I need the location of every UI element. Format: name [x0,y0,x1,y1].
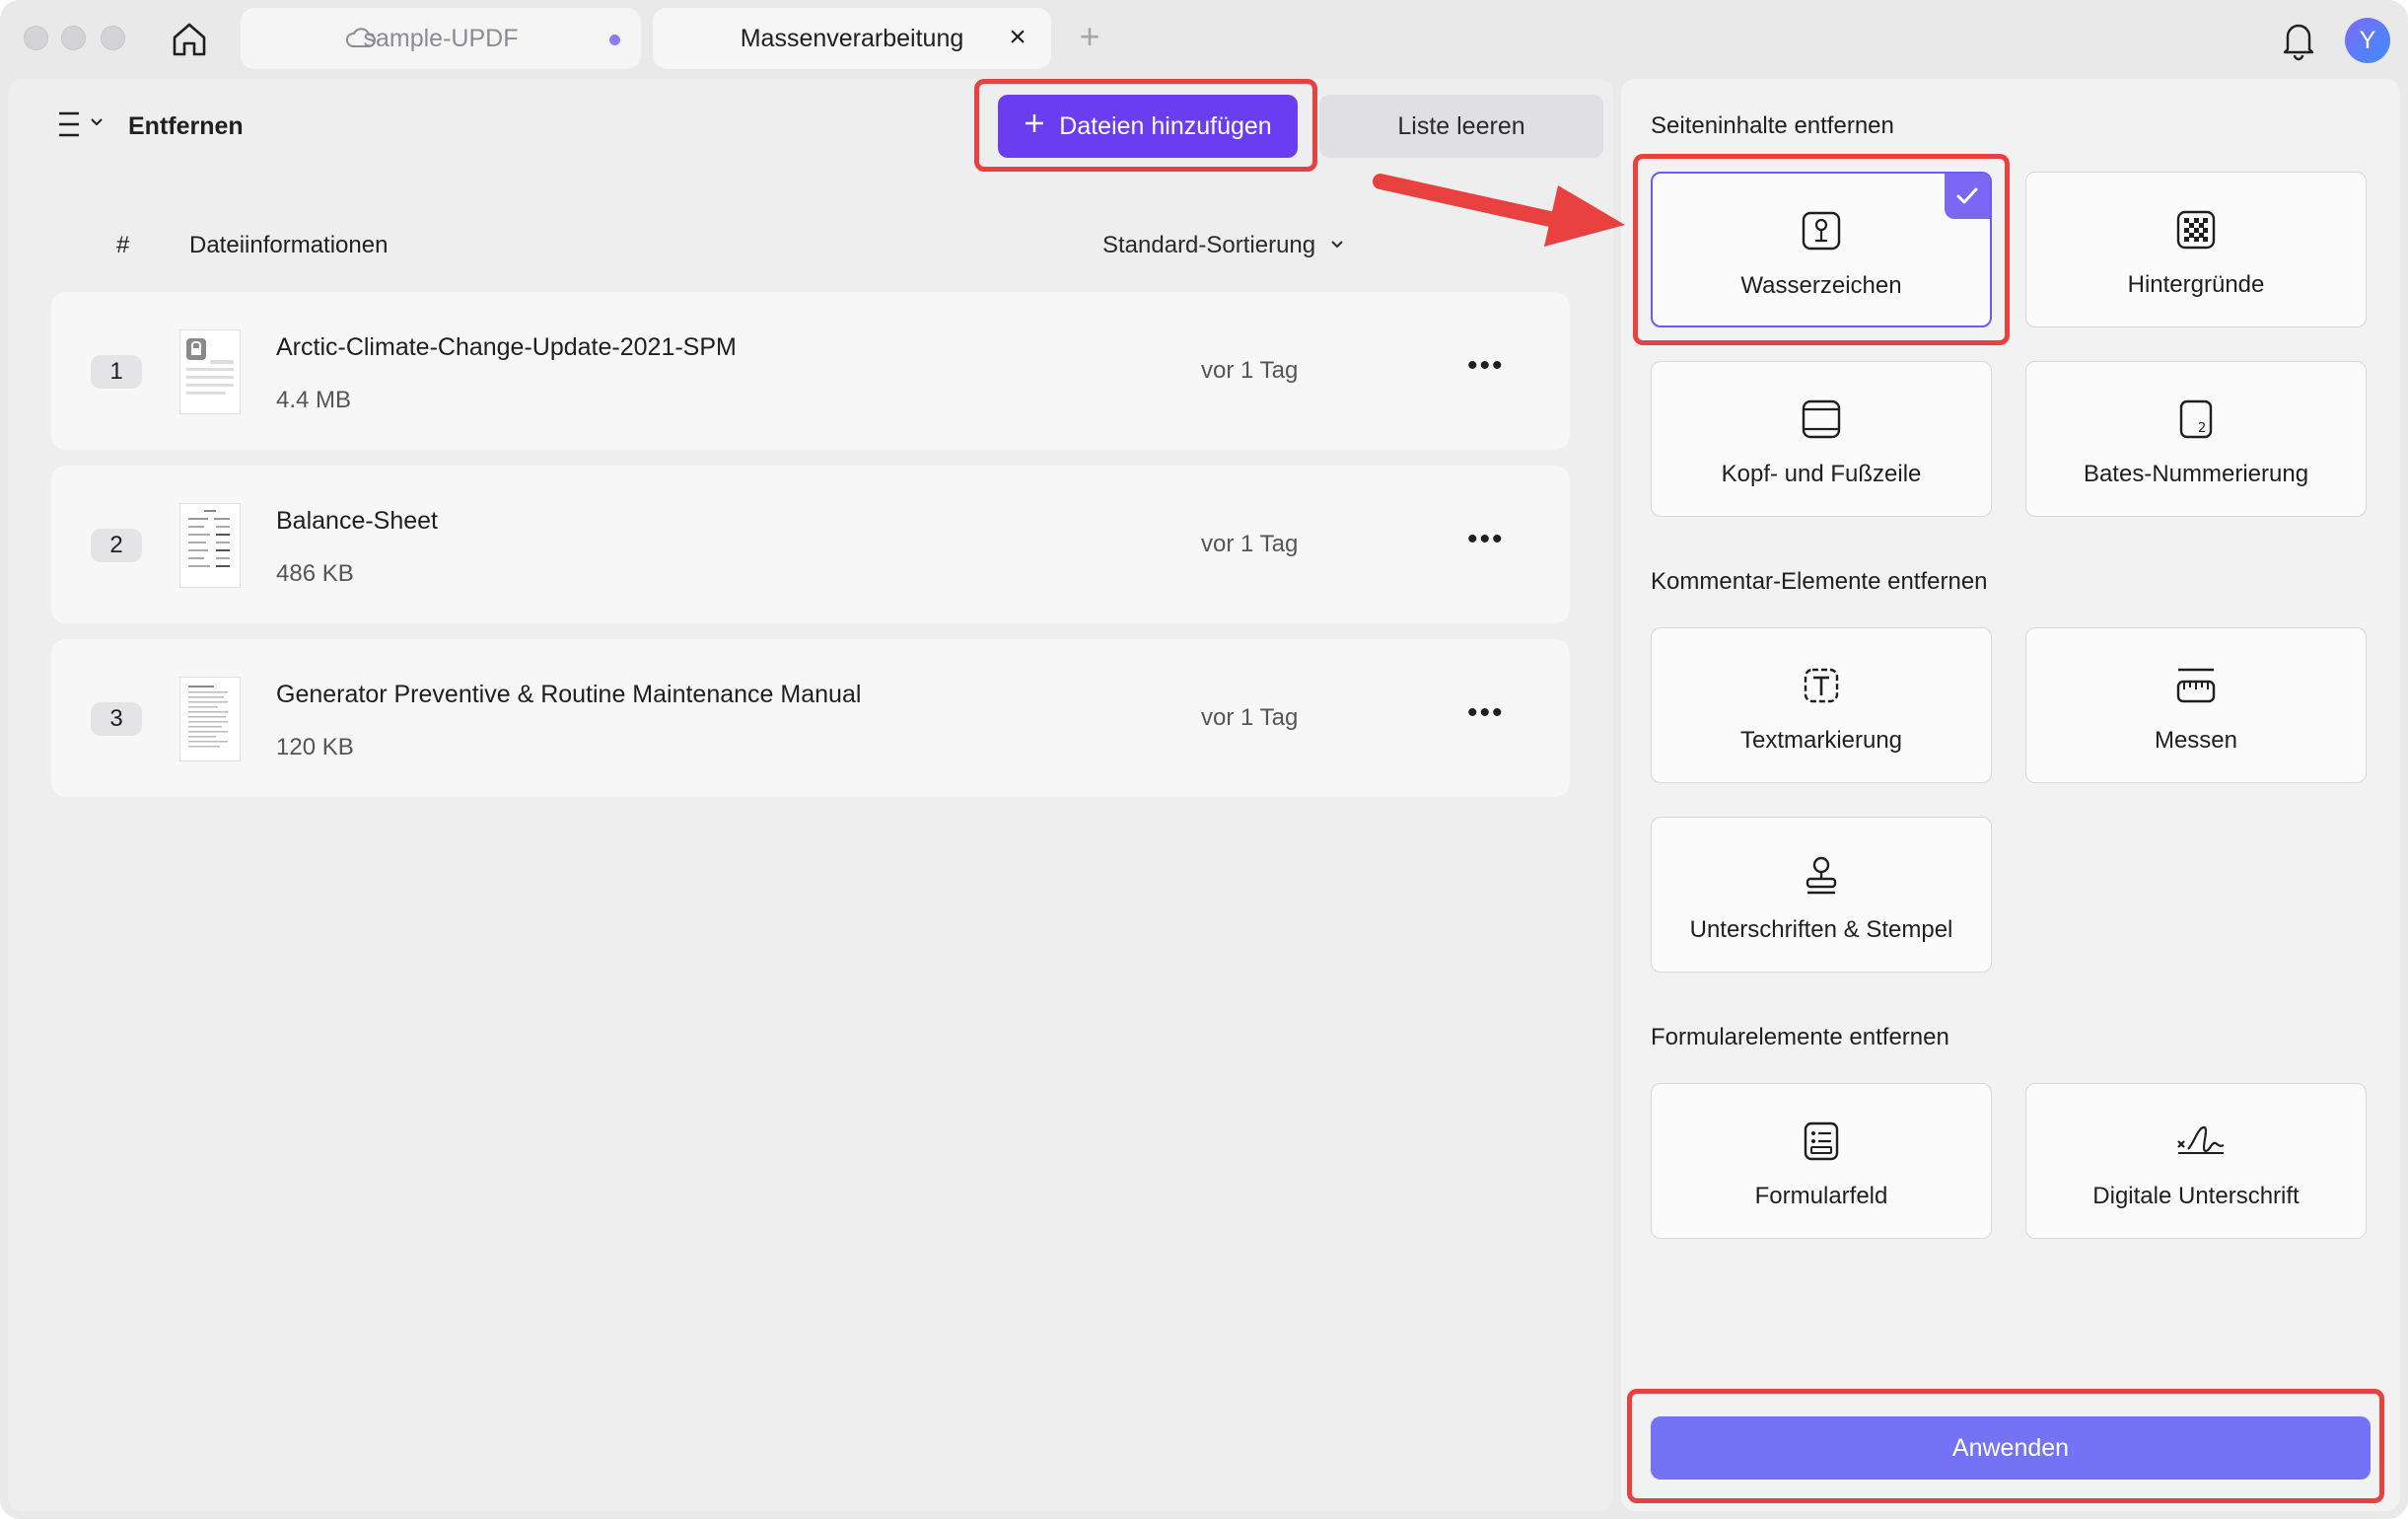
bell-icon[interactable] [2278,18,2319,61]
highlight-watermark [1633,154,2010,345]
option-backgrounds[interactable]: Hintergründe [2025,172,2367,327]
file-size: 486 KB [276,560,354,587]
file-name: Arctic-Climate-Change-Update-2021-SPM [276,333,737,361]
avatar[interactable]: Y [2345,18,2390,63]
option-header-footer[interactable]: Kopf- und Fußzeile [1651,361,1992,517]
row-index: 2 [91,529,142,562]
home-icon[interactable] [166,18,213,61]
option-digital-signature[interactable]: Digitale Unterschrift [2025,1083,2367,1239]
file-list-panel: Entfernen Dateien hinzufügen Liste leere… [8,79,1613,1511]
file-date: vor 1 Tag [1201,357,1299,384]
file-name: Balance-Sheet [276,507,439,535]
file-name: Generator Preventive & Routine Maintenan… [276,681,862,708]
file-date: vor 1 Tag [1201,704,1299,731]
text-markup-icon [1800,664,1843,707]
tab-sample-updf[interactable]: sample-UPDF [241,8,641,69]
sort-label: Standard-Sortierung [1102,232,1316,258]
chevron-down-icon [1329,232,1345,259]
option-label: Messen [2154,727,2238,754]
svg-text:2: 2 [2198,421,2206,436]
row-index: 3 [91,702,142,736]
measure-icon [2174,664,2218,707]
background-icon [2174,208,2218,252]
close-tab-icon[interactable]: × [1002,21,1033,53]
menu-icon[interactable] [47,108,87,140]
section-title: Formularelemente entfernen [1651,1024,1949,1050]
cloud-icon [345,26,377,56]
zoom-window-icon[interactable] [101,26,125,50]
minimize-window-icon[interactable] [61,26,86,50]
list-item[interactable]: 3 Generator Preventive & Routine Mainten… [51,639,1570,797]
header-footer-icon [1800,398,1843,441]
bates-icon: 2 [2174,398,2218,441]
clear-list-button[interactable]: Liste leeren [1319,95,1603,158]
app-window: sample-UPDF Massenverarbeitung × + Y Ent… [0,0,2408,1519]
section-title: Seiteninhalte entfernen [1651,112,1894,139]
list-item[interactable]: 2 Balance-Sheet 486 KB vor 1 Tag ••• [51,466,1570,623]
new-tab-icon[interactable]: + [1073,19,1106,54]
highlight-add-files [974,79,1317,172]
sort-dropdown[interactable]: Standard-Sortierung [1102,232,1345,259]
option-form-field[interactable]: Formularfeld [1651,1083,1992,1239]
file-thumbnail [179,329,241,414]
file-date: vor 1 Tag [1201,531,1299,557]
arrow-icon [1373,174,1625,247]
option-label: Unterschriften & Stempel [1689,916,1953,943]
more-options-icon[interactable]: ••• [1467,525,1507,558]
file-thumbnail [179,677,241,761]
option-label: Digitale Unterschrift [2092,1183,2300,1209]
more-options-icon[interactable]: ••• [1467,698,1507,732]
column-file-info-header: Dateiinformationen [189,232,389,258]
file-size: 4.4 MB [276,387,352,413]
file-size: 120 KB [276,734,354,760]
tab-label: sample-UPDF [363,24,519,52]
highlight-apply [1627,1389,2384,1503]
unsaved-dot-icon [609,35,620,45]
file-thumbnail [179,503,241,588]
page-title: Entfernen [128,112,244,140]
column-index-header: # [116,232,130,258]
option-label: Bates-Nummerierung [2083,461,2309,487]
option-label: Kopf- und Fußzeile [1721,461,1922,487]
section-title: Kommentar-Elemente entfernen [1651,568,1988,595]
option-measure[interactable]: Messen [2025,627,2367,783]
chevron-down-icon[interactable] [89,114,105,135]
more-options-icon[interactable]: ••• [1467,351,1507,385]
list-item[interactable]: 1 Arctic-Climate-Change-Update-2021-SPM … [51,292,1570,450]
option-label: Textmarkierung [1739,727,1903,754]
option-text-markup[interactable]: Textmarkierung [1651,627,1992,783]
close-window-icon[interactable] [24,26,48,50]
row-index: 1 [91,355,142,389]
digital-signature-icon [2174,1120,2225,1163]
option-signatures-stamps[interactable]: Unterschriften & Stempel [1651,817,1992,973]
option-label: Hintergründe [2127,271,2265,298]
option-bates-numbering[interactable]: 2 Bates-Nummerierung [2025,361,2367,517]
option-label: Formularfeld [1754,1183,1888,1209]
tab-massenverarbeitung[interactable]: Massenverarbeitung × [653,8,1051,69]
form-field-icon [1800,1120,1843,1163]
stamp-icon [1800,853,1843,897]
tab-label: Massenverarbeitung [740,24,964,52]
title-bar: sample-UPDF Massenverarbeitung × + Y [0,0,2408,77]
